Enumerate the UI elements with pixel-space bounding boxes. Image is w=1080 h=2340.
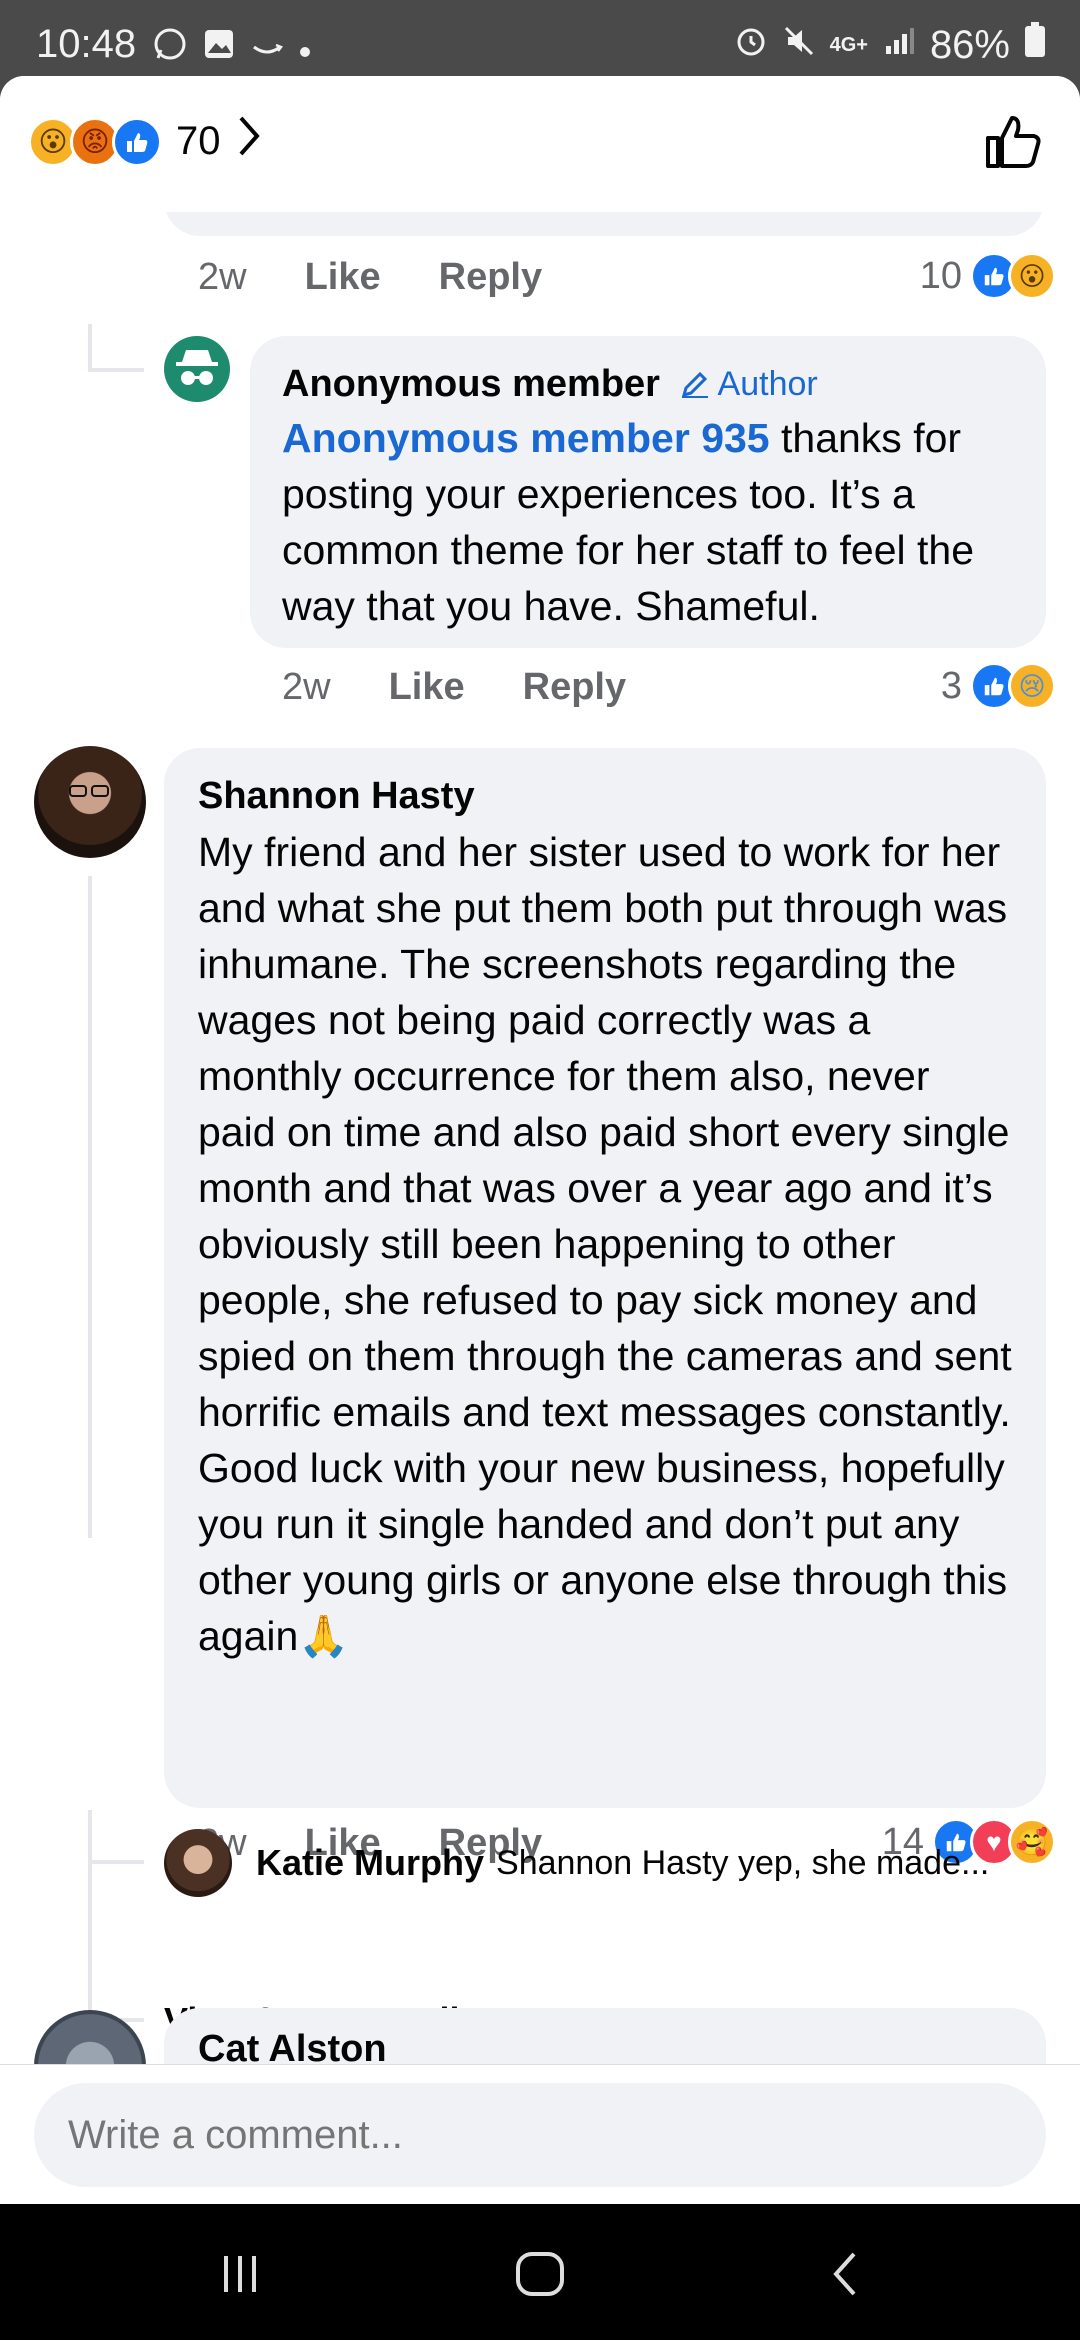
comment-bubble-shannon: Shannon Hasty My friend and her sister u… [164, 748, 1046, 1808]
status-notification-icons [152, 26, 312, 71]
comment-text-part: posting your experiences too. It’s a com… [282, 471, 975, 629]
shannon-hasty-avatar[interactable] [34, 746, 146, 858]
comment-age: 2w [198, 256, 247, 298]
praying-hands-emoji: 🙏 [298, 1613, 350, 1659]
like-post-button[interactable] [980, 110, 1044, 179]
dot-icon [298, 29, 312, 68]
reply-author-name[interactable]: Katie Murphy [256, 1842, 484, 1884]
back-icon [833, 2252, 856, 2296]
pencil-icon [681, 371, 708, 398]
like-button[interactable]: Like [389, 666, 465, 709]
comment-reactions[interactable]: 10 😮 [919, 252, 1056, 300]
like-button[interactable]: Like [305, 256, 381, 299]
home-button[interactable] [500, 2244, 580, 2304]
mention-link[interactable]: Anonymous member 935 [282, 415, 770, 461]
reactions-summary[interactable]: 😮 😡 70 [28, 114, 263, 169]
like-icon [112, 116, 162, 167]
incognito-icon [176, 350, 218, 385]
home-icon [516, 2252, 564, 2296]
reply-preview-text: Shannon Hasty yep, she made... [496, 1843, 990, 1882]
battery-level: 86% [929, 22, 1010, 67]
alarm-icon [734, 23, 768, 68]
commenter-name[interactable]: Anonymous member [282, 363, 660, 406]
glasses-icon [69, 785, 109, 797]
commenter-name[interactable]: Shannon Hasty [198, 768, 1012, 824]
comment-text: My friend and her sister used to work fo… [198, 824, 1012, 1664]
comment-age: 2w [282, 666, 331, 708]
author-badge-label: Author [717, 364, 818, 403]
comment-bubble-anonymous: Anonymous member Author Anonymous member… [250, 336, 1046, 648]
comment-reactions[interactable]: 3 😢 [940, 662, 1056, 710]
status-time: 10:48 [36, 22, 137, 66]
reaction-count: 70 [176, 119, 221, 163]
comments-sheet: 😮 😡 70 2w Like Reply 10 😮 Anonymous memb… [0, 76, 1080, 2204]
status-bar: 10:48 4G+ 86% [0, 0, 1080, 76]
mute-icon [782, 23, 816, 68]
thread-connector [88, 324, 92, 372]
thumbs-up-icon [986, 116, 1041, 168]
katie-murphy-avatar[interactable] [164, 1829, 232, 1897]
author-badge: Author [680, 365, 818, 404]
back-button[interactable] [806, 2244, 886, 2304]
comment-composer [0, 2064, 1080, 2204]
reply-preview-katie[interactable]: Katie Murphy Shannon Hasty yep, she made… [164, 1828, 1044, 1898]
comment-meta: 2w Like Reply [282, 666, 684, 709]
thread-connector [88, 368, 144, 372]
reply-button[interactable]: Reply [439, 256, 542, 299]
thread-connector [88, 1810, 92, 2022]
chevron-right-icon [235, 114, 263, 169]
recent-apps-icon [224, 2256, 256, 2292]
comment-meta: 2w Like Reply [198, 256, 600, 299]
thread-line-vertical [88, 876, 92, 1538]
write-comment-input[interactable] [34, 2083, 1046, 2187]
system-nav-bar [0, 2204, 1080, 2340]
whatsapp-icon [152, 26, 188, 71]
wow-icon: 😮 [1008, 252, 1056, 300]
comment-text-part: My friend and her sister used to work fo… [198, 829, 1012, 1659]
signal-icon [882, 23, 916, 68]
comment-reaction-count: 10 [919, 254, 962, 297]
status-system-icons: 4G+ 86% [734, 22, 1046, 68]
battery-icon [1024, 22, 1046, 68]
comment-text-part: thanks for [769, 415, 962, 461]
gallery-icon [202, 27, 236, 70]
recent-apps-button[interactable] [200, 2244, 280, 2304]
comment-text: Anonymous member 935 thanks for posting … [282, 410, 1014, 634]
comment-reaction-count: 3 [940, 664, 962, 707]
network-label: 4G+ [829, 33, 868, 56]
amazon-icon [250, 27, 284, 70]
thread-connector [88, 1860, 144, 1864]
anonymous-avatar[interactable] [164, 336, 230, 402]
reply-button[interactable]: Reply [523, 666, 626, 709]
sheet-header: 😮 😡 70 [0, 76, 1080, 212]
sad-icon: 😢 [1008, 662, 1056, 710]
